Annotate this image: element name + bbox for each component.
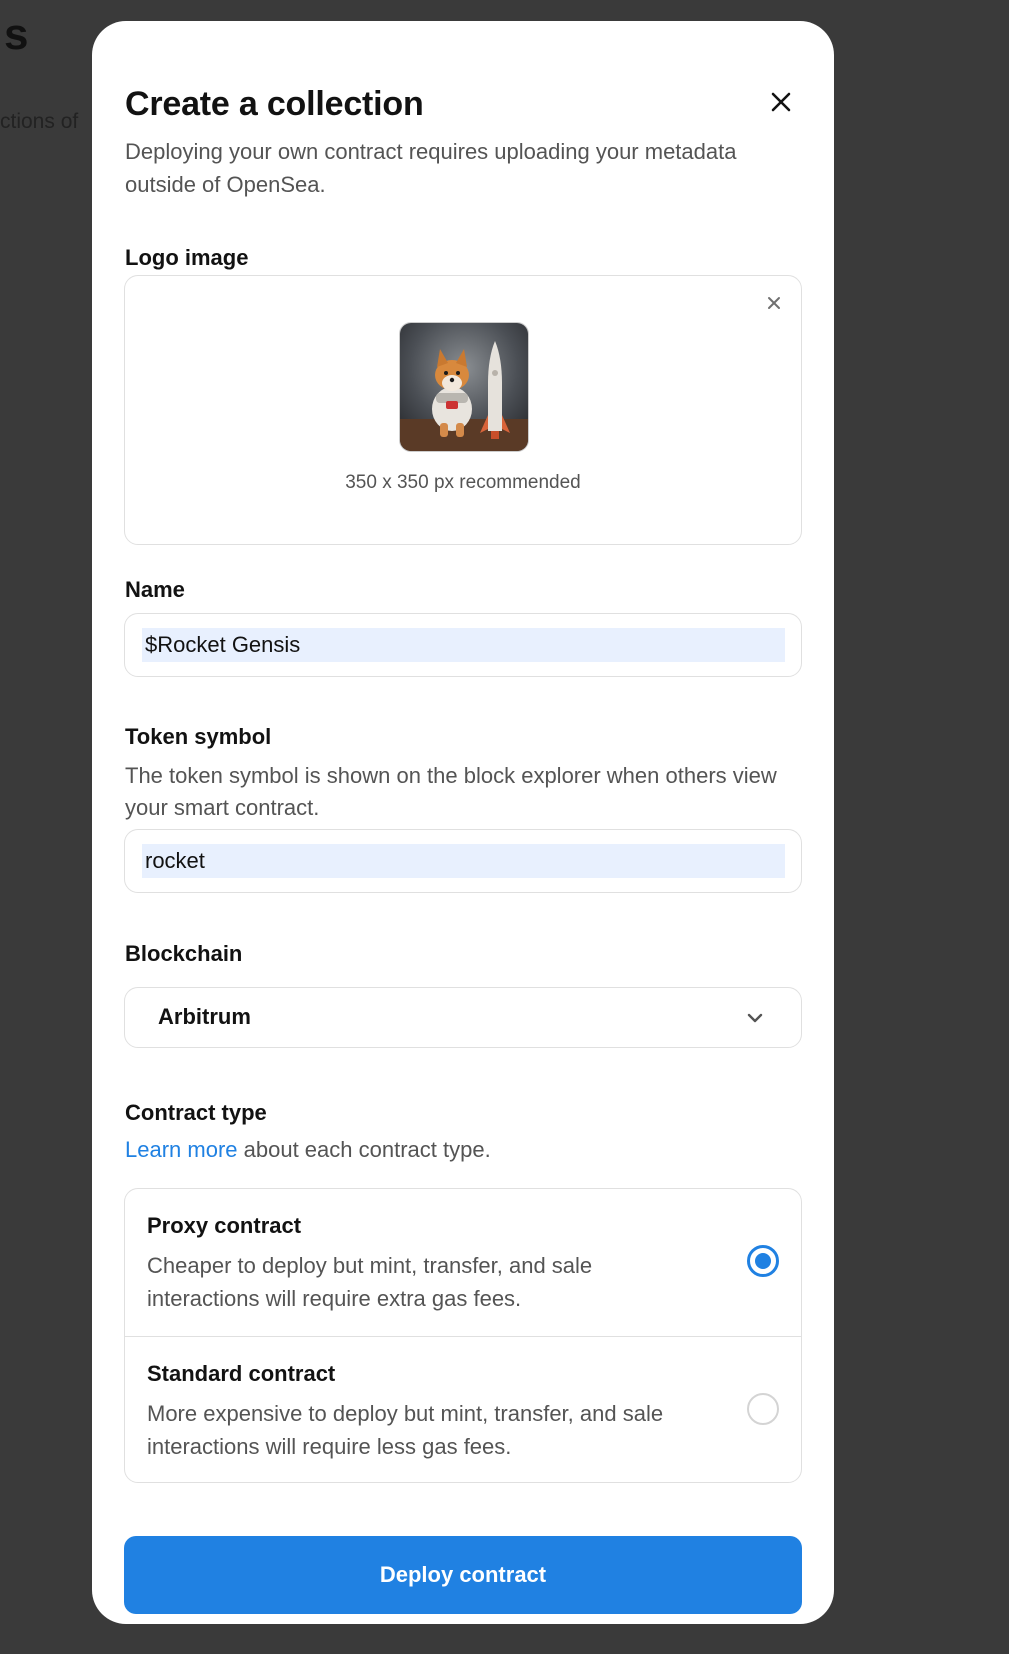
token-symbol-help: The token symbol is shown on the block e… [125,763,777,820]
learn-more-suffix: about each contract type. [237,1137,491,1162]
contract-type-help: Learn more about each contract type. [125,1137,491,1163]
logo-image-label: Logo image [125,245,249,270]
close-modal-button[interactable] [764,85,798,119]
token-symbol-input[interactable] [142,844,785,878]
token-symbol-field-wrapper [124,829,802,893]
proxy-contract-radio[interactable] [747,1245,779,1277]
logo-upload-dropzone[interactable]: 350 x 350 px recommended [124,275,802,545]
background-page-heading: s [4,10,29,59]
contract-type-label: Contract type [125,1100,267,1125]
standard-contract-option[interactable]: Standard contract More expensive to depl… [125,1336,801,1482]
name-label: Name [125,577,185,602]
remove-logo-button[interactable] [763,292,785,314]
background-page-subtext: ctions of [0,110,79,133]
contract-type-options: Proxy contract Cheaper to deploy but min… [124,1188,802,1483]
blockchain-selected-value: Arbitrum [158,1004,251,1029]
proxy-contract-option[interactable]: Proxy contract Cheaper to deploy but min… [125,1189,801,1336]
modal-title: Create a collection [125,85,424,123]
close-icon [771,92,791,112]
name-input[interactable] [142,628,785,662]
modal-description: Deploying your own contract requires upl… [125,139,737,197]
token-symbol-label: Token symbol [125,724,272,749]
close-icon [768,297,780,309]
deploy-contract-button[interactable]: Deploy contract [124,1536,802,1614]
proxy-contract-description: Cheaper to deploy but mint, transfer, an… [147,1253,593,1311]
proxy-contract-title: Proxy contract [147,1213,302,1238]
create-collection-modal: Create a collection Deploying your own c… [92,21,834,1624]
standard-contract-description: More expensive to deploy but mint, trans… [147,1401,664,1459]
chevron-down-icon [747,1013,763,1023]
name-field-wrapper [124,613,802,677]
logo-size-hint: 350 x 350 px recommended [345,472,581,493]
standard-contract-title: Standard contract [147,1361,336,1386]
blockchain-select[interactable]: Arbitrum [124,987,802,1048]
learn-more-link[interactable]: Learn more [125,1137,238,1162]
logo-thumbnail-image [399,322,529,452]
blockchain-label: Blockchain [125,941,243,966]
standard-contract-radio[interactable] [747,1393,779,1425]
